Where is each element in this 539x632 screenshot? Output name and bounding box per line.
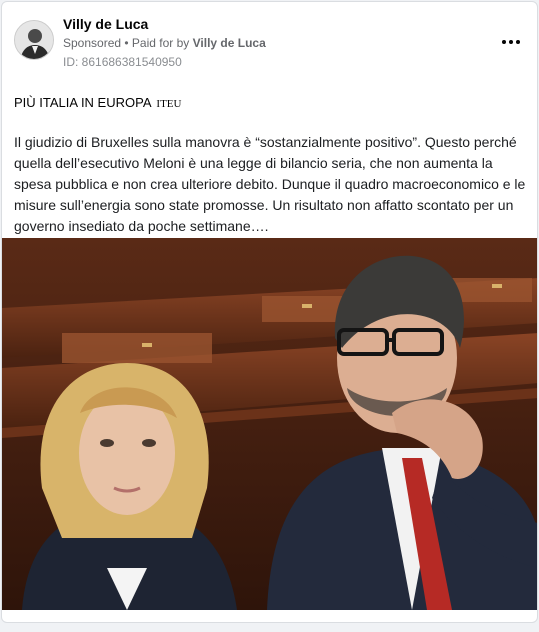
- post-body: Il giudizio di Bruxelles sulla manovra è…: [14, 134, 526, 234]
- ad-id: ID: 861686381540950: [63, 55, 182, 69]
- avatar-image: [15, 21, 53, 59]
- paid-for-label: Paid for by: [131, 36, 193, 50]
- separator: •: [121, 36, 132, 50]
- more-options-button[interactable]: [499, 32, 523, 52]
- author-name[interactable]: Villy de Luca: [63, 16, 148, 32]
- more-horizontal-icon: [501, 40, 522, 44]
- paid-for-name[interactable]: Villy de Luca: [193, 36, 266, 50]
- post-image[interactable]: [2, 238, 537, 610]
- headline-text: PIÙ ITALIA IN EUROPA: [14, 95, 151, 110]
- ad-post-card: Villy de Luca Sponsored • Paid for by Vi…: [1, 1, 538, 623]
- avatar[interactable]: [14, 20, 54, 60]
- sponsored-line: Sponsored • Paid for by Villy de Luca: [63, 36, 266, 50]
- post-photo: [2, 238, 537, 610]
- headline-suffix: ITEU: [156, 98, 182, 110]
- post-header: Villy de Luca Sponsored • Paid for by Vi…: [2, 2, 537, 82]
- post-headline: PIÙ ITALIA IN EUROPA ITEU: [14, 95, 181, 110]
- sponsored-label: Sponsored: [63, 36, 122, 50]
